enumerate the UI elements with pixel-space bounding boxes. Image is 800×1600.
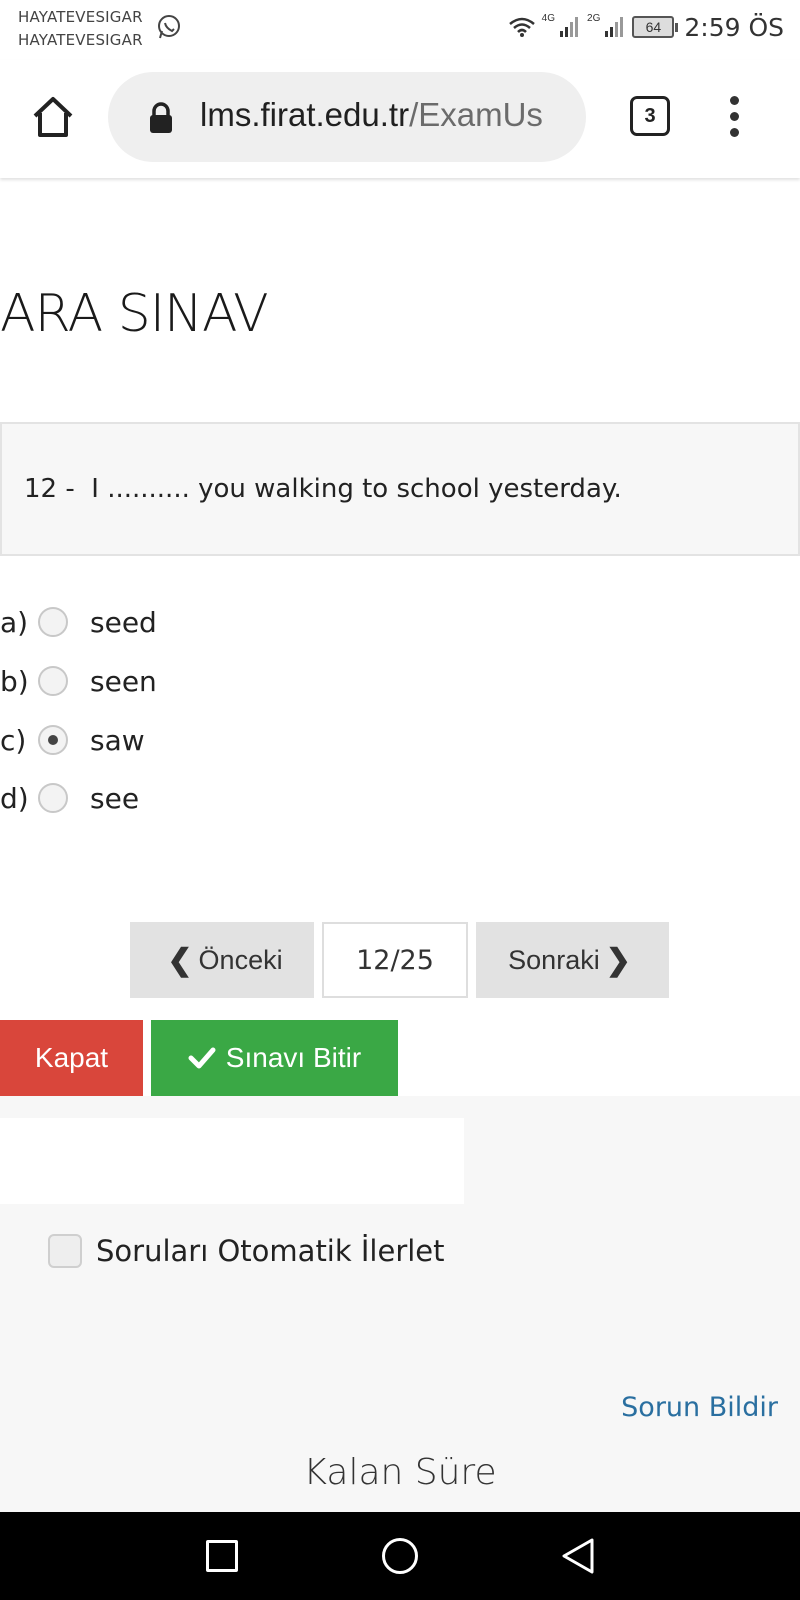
signal-icon [605,17,624,37]
remaining-time-label: Kalan Süre [303,1452,497,1493]
overflow-menu-icon[interactable] [724,96,744,140]
notification-text: HAYATEVESIGAR [18,8,143,26]
option-radio[interactable] [38,666,68,696]
auto-advance-checkbox[interactable] [48,1234,82,1268]
network-type-label: 4G [541,12,556,24]
network-type-label: 2G [587,12,601,24]
lock-icon [150,102,172,133]
status-bar: HAYATEVESIGAR HAYATEVESIGAR 4G 2G 64 2:5… [0,0,800,54]
wifi-icon [508,17,535,37]
back-icon[interactable] [560,1536,596,1576]
option-radio[interactable] [38,783,68,813]
option-radio[interactable] [38,607,68,637]
tab-switcher-button[interactable]: 3 [630,96,670,136]
page-title: ARA SINAV [0,284,269,344]
auto-advance-label: Soruları Otomatik İlerlet [96,1234,445,1268]
home-circle-icon[interactable] [382,1538,418,1574]
system-nav-bar [0,1512,800,1600]
battery-level: 64 [632,16,675,38]
answer-option-c[interactable]: c) saw [0,720,145,760]
url-text: lms.firat.edu.tr/ExamUs [200,96,543,134]
report-problem-link[interactable]: Sorun Bildir [621,1392,778,1423]
option-letter: a) [0,605,29,639]
answer-option-a[interactable]: a) seed [0,602,157,642]
question-text: 12 - I .......... you walking to school … [24,474,622,504]
answer-option-d[interactable]: d) see [0,778,139,818]
option-text: saw [90,723,145,757]
whatsapp-icon [158,15,180,39]
chevron-left-icon: ❮ [167,943,193,977]
option-radio[interactable] [38,725,68,755]
status-indicators: 4G 2G 64 2:59 ÖS [508,10,784,44]
recents-icon[interactable] [206,1540,238,1572]
next-button[interactable]: Sonraki ❯ [476,922,669,998]
option-letter: b) [0,664,29,698]
auto-advance-toggle[interactable]: Soruları Otomatik İlerlet [48,1234,445,1268]
page-indicator: 12/25 [322,922,468,998]
url-host: lms.firat.edu.tr [200,96,410,133]
clock: 2:59 ÖS [684,12,784,42]
address-bar[interactable]: lms.firat.edu.tr/ExamUs [108,72,586,162]
finish-exam-button[interactable]: Sınavı Bitir [151,1020,398,1096]
close-exam-button[interactable]: Kapat [0,1020,143,1096]
next-label: Sonraki [508,944,600,975]
option-text: seen [90,664,157,698]
previous-button[interactable]: ❮ Önceki [130,922,314,998]
signal-icon [560,17,579,37]
previous-label: Önceki [198,944,283,975]
notification-text: HAYATEVESIGAR [18,31,143,49]
option-text: see [90,781,140,815]
url-path: /ExamUs [409,96,543,133]
finish-label: Sınavı Bitir [225,1042,362,1073]
question-number: 12 - [24,474,75,504]
battery-icon: 64 [632,16,679,38]
option-letter: d) [0,781,29,815]
question-panel: 12 - I .......... you walking to school … [0,422,800,556]
browser-toolbar: lms.firat.edu.tr/ExamUs 3 [0,60,800,178]
chevron-right-icon: ❯ [605,943,631,977]
question-body: I .......... you walking to school yeste… [91,474,622,504]
blank-panel [0,1118,464,1204]
home-icon[interactable] [30,94,76,140]
option-text: seed [90,605,157,639]
answer-option-b[interactable]: b) seen [0,661,157,701]
option-letter: c) [0,723,27,757]
check-icon [188,1047,216,1069]
